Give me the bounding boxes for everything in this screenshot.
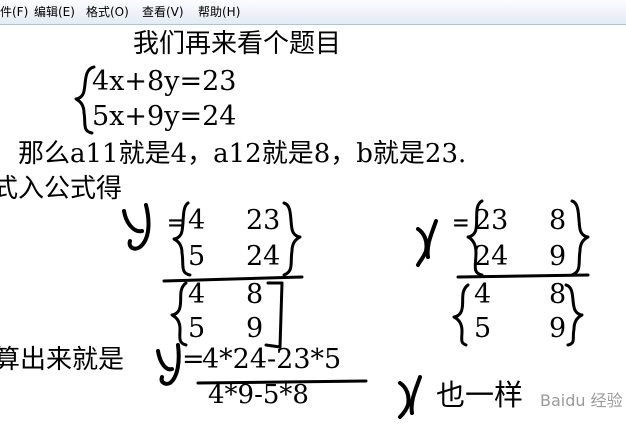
system-brace [74, 65, 96, 135]
menu-help[interactable]: 帮助(H) [198, 0, 240, 24]
result-handwritten-y-icon [156, 343, 181, 386]
drawing-canvas[interactable]: 我们再来看个题目 4x+8y=23 5x+9y=24 那么a11就是4，a12就… [0, 25, 626, 443]
y-fraction-bar [162, 275, 304, 283]
x-num-right-brace [570, 199, 590, 277]
y-num-right-brace [282, 201, 302, 277]
menu-view[interactable]: 查看(V) [142, 0, 184, 24]
x-fraction-bar [456, 273, 590, 279]
menu-file[interactable]: 件(F) [0, 0, 28, 24]
hand-drawn-strokes [74, 65, 590, 419]
handwritten-y-icon [122, 203, 151, 251]
menu-edit[interactable]: 编辑(E) [34, 0, 75, 24]
x-num-left-brace [466, 199, 484, 277]
result-fraction-bar [196, 379, 368, 385]
menu-format[interactable]: 格式(O) [86, 0, 129, 24]
handwritten-x-icon [416, 219, 438, 267]
y-den-left-brace [170, 281, 188, 347]
x-den-left-brace [452, 283, 470, 347]
menu-bar: 件(F) 编辑(E) 格式(O) 查看(V) 帮助(H) [0, 0, 626, 25]
x-den-right-brace [564, 283, 584, 347]
y-den-right-bracket [264, 281, 284, 349]
x-same-handwritten-x-icon [398, 375, 422, 419]
y-num-left-brace [172, 201, 192, 277]
